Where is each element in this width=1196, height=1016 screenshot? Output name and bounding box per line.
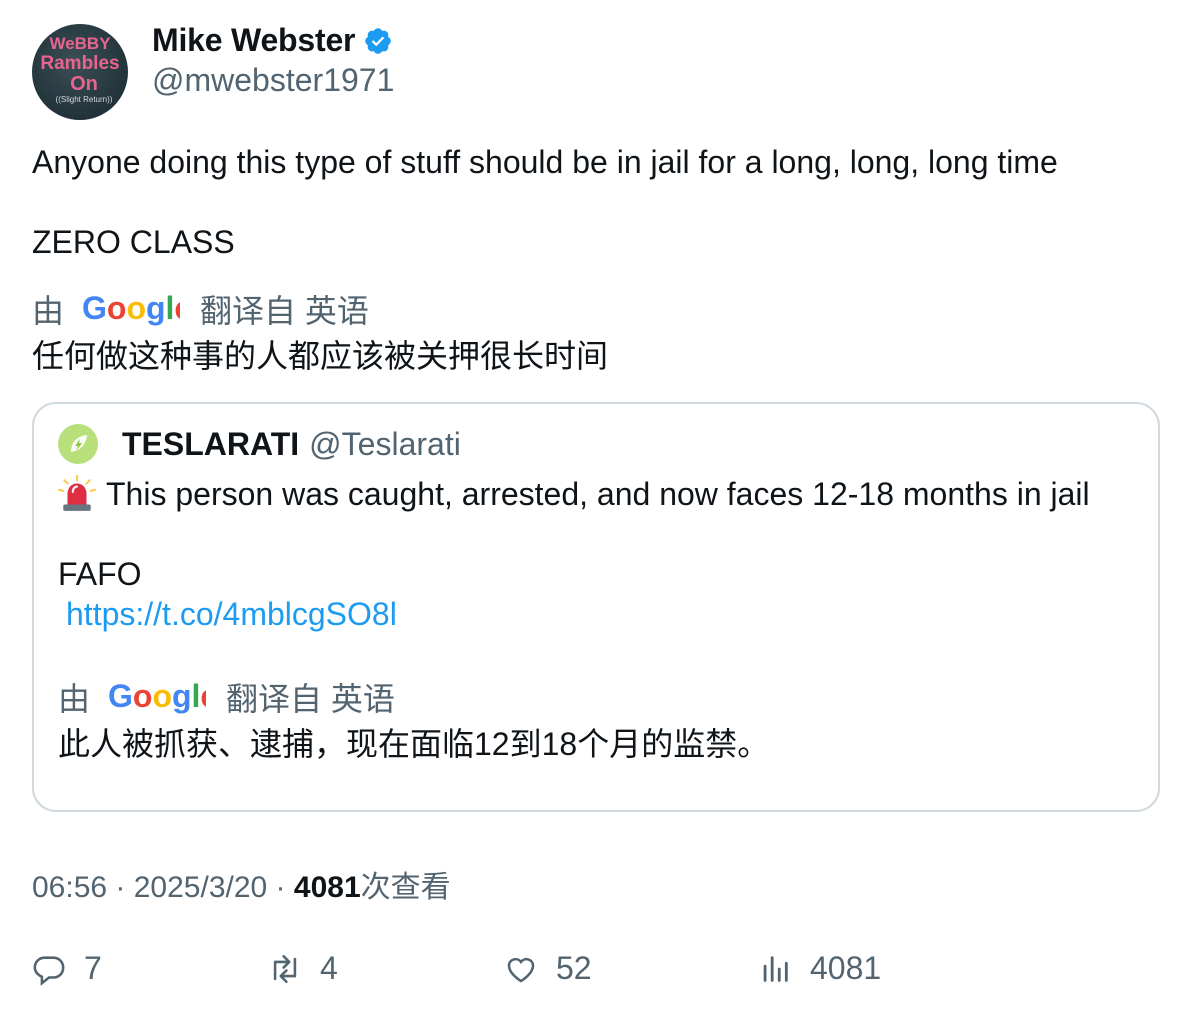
avatar-image: WeBBY Rambles On ((Slight Return)) xyxy=(40,34,119,104)
quoted-text-line-2: FAFO xyxy=(58,556,142,592)
quoted-author-handle: @Teslarati xyxy=(309,425,461,462)
tweet-text-line-2: ZERO CLASS xyxy=(32,224,235,260)
reply-count: 7 xyxy=(84,950,102,986)
google-logo-icon: Google xyxy=(108,679,206,715)
quoted-translation-attribution: 由 Google 翻译自 英语 xyxy=(58,674,395,720)
translation-attribution: 由 Google 翻译自 英语 xyxy=(32,286,369,332)
tweet-meta: 06:56 · 2025/3/20 · 4081 次查看 xyxy=(32,862,451,906)
repost-count: 4 xyxy=(320,950,338,986)
quoted-translation-text: 此人被抓获、逮捕，现在面临12到18个月的监禁。 xyxy=(58,726,770,762)
meta-separator: · xyxy=(107,871,134,904)
google-logo-icon: Google xyxy=(82,291,180,327)
views-count: 4081 xyxy=(293,871,361,904)
quoted-text-line-1-row: This person was caught, arrested, and no… xyxy=(58,474,1090,514)
tweet-time[interactable]: 06:56 xyxy=(32,871,107,905)
svg-text:Google: Google xyxy=(108,679,206,714)
verified-badge-icon xyxy=(365,27,392,54)
meta-separator: · xyxy=(267,871,294,904)
heart-icon xyxy=(507,957,535,983)
quoted-author-name: TESLARATI xyxy=(122,425,300,462)
avatar-text-4: ((Slight Return)) xyxy=(56,95,113,104)
author-handle[interactable]: @mwebster1971 xyxy=(152,62,394,99)
avatar-text-1: WeBBY xyxy=(49,34,111,53)
reply-button[interactable]: 7 xyxy=(32,950,102,987)
translation-from-label: 翻译自 英语 xyxy=(200,293,369,329)
svg-text:Google: Google xyxy=(82,291,180,326)
analytics-icon xyxy=(763,955,788,982)
author-name[interactable]: Mike Webster xyxy=(152,22,356,59)
views-button[interactable]: 4081 xyxy=(758,950,881,987)
reply-icon xyxy=(33,955,65,986)
avatar-text-3: On xyxy=(70,73,98,95)
author-avatar[interactable]: WeBBY Rambles On ((Slight Return)) xyxy=(32,24,128,120)
author-name-row[interactable]: Mike Webster xyxy=(152,22,393,59)
teslarati-avatar[interactable] xyxy=(58,424,98,464)
tweet-translation-text: 任何做这种事的人都应该被关押很长时间 xyxy=(32,338,609,374)
quoted-text-line-1: This person was caught, arrested, and no… xyxy=(106,476,1090,512)
quoted-translation-by-label: 由 xyxy=(58,681,91,717)
like-count: 52 xyxy=(556,950,592,986)
siren-icon xyxy=(58,475,96,511)
repost-icon xyxy=(273,954,297,983)
quoted-tweet-header[interactable]: TESLARATI @Teslarati xyxy=(58,424,461,464)
quoted-translation-from-label: 翻译自 英语 xyxy=(226,681,395,717)
translation-by-label: 由 xyxy=(32,293,65,329)
views-label: 次查看 xyxy=(360,871,451,904)
quoted-link[interactable]: https://t.co/4mblcgSO8l xyxy=(66,594,397,634)
repost-button[interactable]: 4 xyxy=(268,950,338,987)
tweet-date[interactable]: 2025/3/20 xyxy=(134,871,267,905)
action-bar: 7 4 52 4081 xyxy=(32,950,1162,994)
views-action-count: 4081 xyxy=(810,950,882,986)
like-button[interactable]: 52 xyxy=(504,950,592,987)
avatar-text-2: Rambles xyxy=(40,53,119,74)
tweet-text-line-1: Anyone doing this type of stuff should b… xyxy=(32,144,1058,180)
leaf-bolt-icon xyxy=(71,435,87,452)
